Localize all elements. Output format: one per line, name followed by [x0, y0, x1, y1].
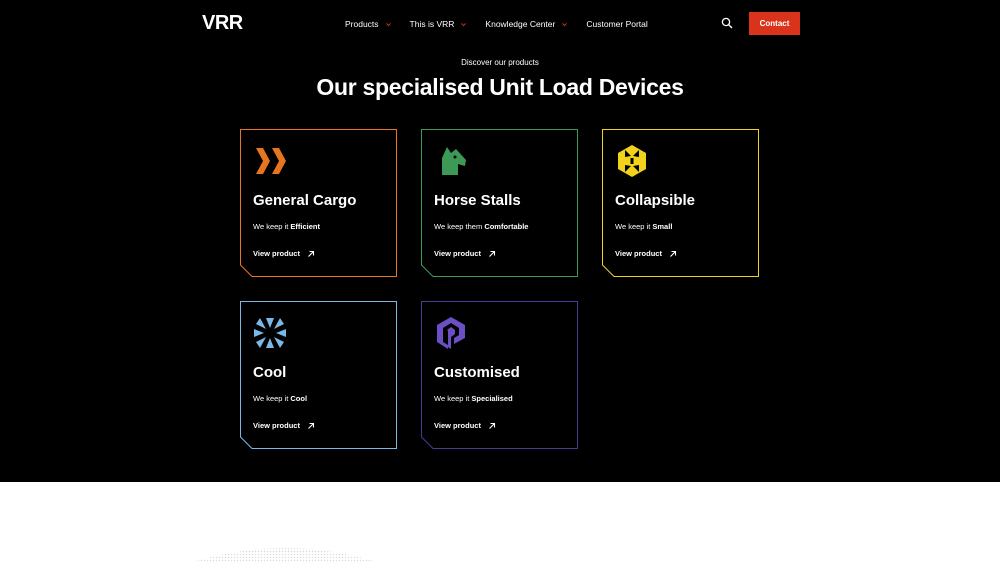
card-tagline: We keep it Small: [615, 222, 673, 231]
arrow-up-right-icon: [670, 250, 677, 257]
snowflake-icon: [254, 318, 286, 348]
card-tagline: We keep them Comfortable: [434, 222, 529, 231]
nav-item-label: This is VRR: [409, 19, 455, 29]
card-title: Cool: [253, 364, 287, 381]
product-card-horse-stalls[interactable]: Horse Stalls We keep them Comfortable Vi…: [421, 129, 578, 277]
collapse-arrows-icon: [618, 145, 646, 177]
card-title: Customised: [434, 364, 520, 381]
arrow-up-right-icon: [308, 250, 315, 257]
product-card-cool[interactable]: Cool We keep it Cool View product: [240, 301, 397, 449]
card-title: Horse Stalls: [434, 192, 521, 209]
nav-item-knowledge-center[interactable]: Knowledge Center: [485, 17, 568, 31]
horse-head-icon: [442, 147, 466, 175]
arrow-up-right-icon: [308, 422, 315, 429]
view-product-link[interactable]: View product: [434, 421, 496, 430]
nav-item-products[interactable]: Products: [345, 17, 392, 31]
nav-item-label: Products: [345, 19, 379, 29]
section-eyebrow: Discover our products: [461, 58, 539, 67]
vrr-logo[interactable]: VRR: [202, 12, 243, 35]
custom-shape-icon: [437, 317, 465, 349]
globe-graphic: [193, 548, 377, 562]
nav-item-customer-portal[interactable]: Customer Portal: [586, 17, 647, 31]
card-tagline: We keep it Cool: [253, 394, 308, 403]
product-card-collapsible[interactable]: Collapsible We keep it Small View produc…: [602, 129, 759, 277]
card-title: General Cargo: [253, 192, 357, 209]
arrow-up-right-icon: [489, 250, 496, 257]
chevrons-icon: [256, 148, 286, 174]
view-product-link[interactable]: View product: [253, 421, 315, 430]
card-tagline: We keep it Specialised: [434, 394, 513, 403]
chevron-down-icon: [385, 22, 391, 26]
product-card-customised[interactable]: Customised We keep it Specialised View p…: [421, 301, 578, 449]
card-tagline: We keep it Efficient: [253, 222, 320, 231]
view-product-link[interactable]: View product: [615, 249, 677, 258]
chevron-down-icon: [461, 22, 467, 26]
card-title: Collapsible: [615, 192, 696, 209]
nav-item-label: Customer Portal: [586, 19, 648, 29]
section-heading: Our specialised Unit Load Devices: [316, 74, 684, 100]
view-product-link[interactable]: View product: [434, 249, 496, 258]
chevron-down-icon: [562, 22, 568, 26]
main-nav: Products This is VRR Knowledge Center Cu…: [345, 17, 648, 31]
contact-button[interactable]: Contact: [749, 12, 800, 35]
arrow-up-right-icon: [489, 422, 496, 429]
product-card-general-cargo[interactable]: General Cargo We keep it Efficient View …: [240, 129, 397, 277]
nav-item-this-is-vrr[interactable]: This is VRR: [410, 17, 468, 31]
view-product-link[interactable]: View product: [253, 249, 315, 258]
search-icon[interactable]: [721, 17, 733, 29]
nav-item-label: Knowledge Center: [485, 19, 556, 29]
